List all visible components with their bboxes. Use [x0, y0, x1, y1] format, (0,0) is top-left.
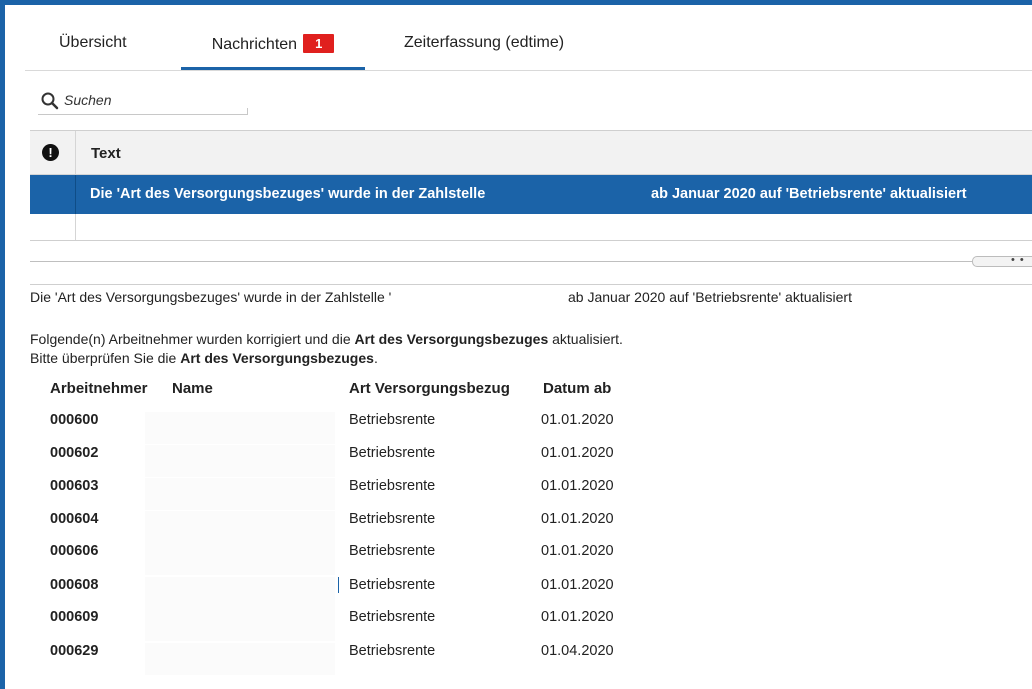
pension-type: Betriebsrente [349, 643, 436, 659]
pension-type: Betriebsrente [349, 543, 436, 559]
employee-name-redacted [145, 511, 335, 543]
tab-label: Nachrichten [211, 36, 298, 53]
table-row: 000603 Betriebsrente 01.01.2020 [40, 478, 680, 510]
pension-type: Betriebsrente [349, 577, 436, 593]
tab-uebersicht[interactable]: Übersicht [59, 34, 127, 70]
valid-from-date: 01.01.2020 [541, 577, 614, 593]
column-divider [75, 175, 76, 214]
search-icon [41, 92, 59, 110]
table-row: 000629 Betriebsrente 01.04.2020 [40, 643, 680, 675]
employee-name-redacted [145, 609, 335, 641]
tab-nachrichten[interactable]: Nachrichten 1 [181, 34, 365, 70]
redacted-region [486, 287, 566, 307]
column-header-datum: Datum ab [543, 380, 612, 397]
message-row-empty [30, 214, 1032, 240]
detail-info-line: Folgende(n) Arbeitnehmer wurden korrigie… [30, 331, 623, 347]
employee-number: 000629 [50, 643, 99, 659]
employee-name-redacted [145, 478, 335, 510]
valid-from-date: 01.01.2020 [541, 511, 614, 527]
valid-from-date: 01.04.2020 [541, 643, 614, 659]
text-cursor-mark [338, 577, 339, 593]
message-table-header: ! Text [30, 131, 1032, 175]
tab-label: Zeiterfassung (edtime) [404, 34, 565, 51]
tab-zeiterfassung[interactable]: Zeiterfassung (edtime) [404, 34, 564, 70]
table-row: 000600 Betriebsrente 01.01.2020 [40, 412, 680, 444]
table-row: 000609 Betriebsrente 01.01.2020 [40, 609, 680, 641]
detail-divider [30, 284, 1032, 285]
tab-bar: Übersicht Nachrichten 1 Zeiterfassung (ed… [25, 25, 1032, 71]
message-text-part-1: Die 'Art des Versorgungsbezuges' wurde i… [90, 186, 486, 202]
valid-from-date: 01.01.2020 [541, 609, 614, 625]
employee-name-redacted [145, 577, 335, 609]
employee-number: 000602 [50, 445, 99, 461]
detail-summary-part-2: ab Januar 2020 auf 'Betriebsrente' aktua… [568, 289, 852, 305]
column-header-text[interactable]: Text [91, 145, 121, 162]
table-row: 000602 Betriebsrente 01.01.2020 [40, 445, 680, 477]
employee-name-redacted [145, 445, 335, 477]
search-input[interactable] [64, 90, 244, 110]
employee-name-redacted [145, 643, 335, 675]
pension-type: Betriebsrente [349, 445, 436, 461]
column-header-name: Name [172, 380, 213, 397]
employee-number: 000603 [50, 478, 99, 494]
valid-from-date: 01.01.2020 [541, 445, 614, 461]
employee-number: 000609 [50, 609, 99, 625]
table-row: 000608 Betriebsrente 01.01.2020 [40, 577, 680, 609]
unread-count-badge: 1 [303, 34, 335, 53]
detail-summary-part-1: Die 'Art des Versorgungsbezuges' wurde i… [30, 289, 392, 305]
employee-number: 000604 [50, 511, 99, 527]
search-underline-tick [247, 108, 248, 114]
redacted-region [548, 175, 648, 214]
message-table: ! Text Die 'Art des Versorgungsbezuges' … [30, 130, 1032, 241]
detail-info-text: Folgende(n) Arbeitnehmer wurden korrigie… [30, 331, 355, 347]
detail-info-text: aktualisiert. [548, 331, 623, 347]
detail-instruction-bold: Art des Versorgungsbezuges [180, 350, 374, 366]
employee-number: 000606 [50, 543, 99, 559]
detail-instruction-text: Bitte überprüfen Sie die [30, 350, 181, 366]
table-row: 000604 Betriebsrente 01.01.2020 [40, 511, 680, 543]
employee-name-redacted [145, 412, 335, 444]
exclamation-icon[interactable]: ! [42, 144, 59, 161]
employee-name-redacted [145, 543, 335, 575]
pension-type: Betriebsrente [349, 412, 436, 428]
pane-splitter [30, 261, 1032, 262]
splitter-grip-icon: • • [1011, 254, 1025, 266]
search-box[interactable] [38, 88, 248, 115]
valid-from-date: 01.01.2020 [541, 412, 614, 428]
message-text-part-2: ab Januar 2020 auf 'Betriebsrente' aktua… [651, 186, 967, 202]
table-row: 000606 Betriebsrente 01.01.2020 [40, 543, 680, 575]
column-header-arbeitnehmer: Arbeitnehmer [50, 380, 148, 397]
detail-instruction-text: . [373, 350, 378, 366]
valid-from-date: 01.01.2020 [541, 543, 614, 559]
detail-info-bold: Art des Versorgungsbezuges [354, 331, 549, 347]
pension-type: Betriebsrente [349, 511, 436, 527]
detail-instruction-line: Bitte überprüfen Sie die Art des Versorg… [30, 350, 378, 366]
pension-type: Betriebsrente [349, 478, 436, 494]
tab-label: Übersicht [59, 34, 127, 51]
pension-type: Betriebsrente [349, 609, 436, 625]
employee-number: 000608 [50, 577, 99, 593]
column-header-art: Art Versorgungsbezug [349, 380, 510, 397]
valid-from-date: 01.01.2020 [541, 478, 614, 494]
employee-number: 000600 [50, 412, 99, 428]
message-row-selected[interactable]: Die 'Art des Versorgungsbezuges' wurde i… [30, 175, 1032, 214]
